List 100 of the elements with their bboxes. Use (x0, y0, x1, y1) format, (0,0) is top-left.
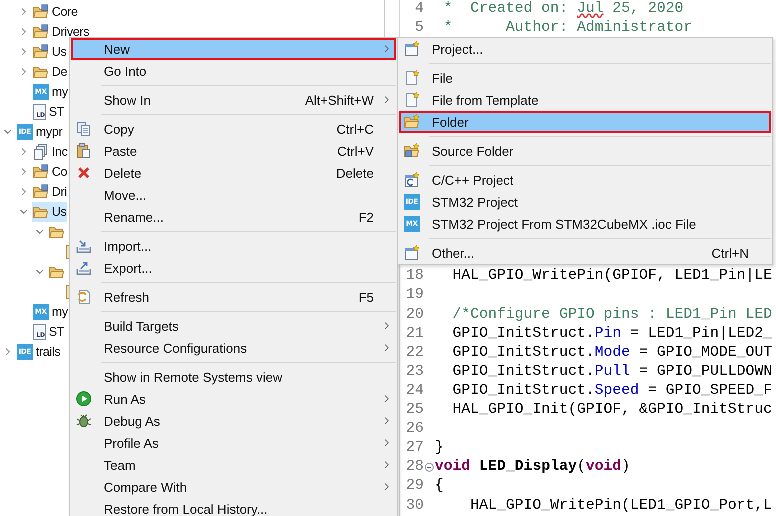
new-c-project-icon (404, 172, 420, 188)
menu-item[interactable]: Resource Configurations (71, 337, 396, 359)
line-number: 20 (405, 306, 424, 325)
menu-item[interactable]: Refresh F5 (71, 286, 396, 308)
code-line: * Author: Administrator (442, 19, 693, 38)
shortcut-text: Ctrl+N (712, 246, 749, 260)
new-source-folder-icon (404, 143, 420, 159)
code-line: /*Configure GPIO pins : LED1_Pin LED (452, 306, 772, 325)
line-number: 28 (405, 458, 424, 478)
new-project-icon (404, 245, 420, 261)
menu-item[interactable]: Show In Alt+Shift+W (71, 89, 396, 111)
code-line: * Created on: Jul 25, 2020 (442, 0, 684, 19)
menu-item[interactable]: Move... (71, 184, 396, 206)
tree-item-label: Dri (52, 185, 68, 199)
copy-icon (76, 121, 92, 137)
menu-item[interactable]: New (71, 38, 396, 60)
menu-item[interactable]: Show in Remote Systems view (71, 366, 396, 388)
code-line: GPIO_InitStruct.Mode = GPIO_MODE_OUT (452, 344, 772, 363)
line-number: 5 (414, 19, 424, 38)
menu-item[interactable]: Source Folder (399, 140, 771, 162)
menu-item[interactable]: Go Into (71, 60, 396, 82)
source-folder-icon (33, 24, 49, 40)
line-number: 22 (405, 344, 424, 363)
new-file-icon (404, 70, 420, 86)
menu-item[interactable]: C/C++ Project (399, 169, 771, 191)
menu-item[interactable]: Paste Ctrl+V (71, 140, 396, 162)
code-line: GPIO_InitStruct.Pin = LED1_Pin|LED2_ (452, 324, 772, 344)
tree-item-label: my (52, 85, 68, 99)
menu-item[interactable]: Rename... F2 (71, 206, 396, 228)
code-line: GPIO_InitStruct.Pull = GPIO_PULLDOWN (452, 362, 772, 382)
code-line: HAL_GPIO_Init(GPIOF, &GPIO_InitStruc (452, 401, 772, 420)
source-folder-icon (33, 44, 49, 60)
fold-toggle-icon[interactable] (425, 463, 434, 472)
tree-item-label: ST (49, 105, 64, 119)
paste-icon (76, 143, 92, 159)
line-number: 29 (405, 477, 424, 496)
tree-item-label: my (52, 305, 68, 319)
menu-item[interactable]: Compare With (71, 476, 396, 498)
menu-item[interactable]: Team (71, 454, 396, 476)
include-folder-icon (33, 144, 49, 160)
tree-item-label: Us (52, 45, 67, 59)
tree-item-label: Co (52, 165, 68, 179)
shortcut-text: F5 (358, 290, 374, 304)
menu-item[interactable]: Restore from Local History... (71, 498, 396, 516)
run-icon (76, 391, 92, 407)
menu-item[interactable]: Export... (71, 257, 396, 279)
menu-item[interactable]: Run As (71, 388, 396, 410)
import-icon (76, 238, 92, 254)
line-number: 18 (405, 267, 424, 286)
code-line: { (435, 477, 444, 496)
menu-item[interactable]: Profile As (71, 432, 396, 454)
refresh-icon (76, 289, 92, 305)
menu-item[interactable]: Other... Ctrl+N (399, 242, 771, 264)
code-line: HAL_GPIO_WritePin(GPIOF, LED1_Pin|LE (452, 267, 772, 286)
tree-item-label: Core (52, 5, 78, 19)
menu-item[interactable]: Project... (399, 38, 771, 60)
menu-item[interactable]: Build Targets (71, 315, 396, 337)
line-number: 27 (405, 439, 424, 458)
delete-icon (76, 165, 92, 181)
menu-item[interactable]: Debug As (71, 410, 396, 432)
menu-item[interactable]: Delete Delete (71, 162, 396, 184)
tree-item[interactable]: Us (32, 202, 67, 222)
tree-item-label: trails (36, 345, 61, 359)
line-number: 24 (405, 382, 424, 401)
shortcut-text: Ctrl+V (338, 144, 374, 158)
new-file-icon (404, 92, 420, 108)
tree-item[interactable]: De (32, 62, 68, 82)
new-folder-icon (404, 114, 420, 130)
code-line: } (435, 439, 444, 458)
tree-item[interactable]: Dri (32, 182, 68, 202)
menu-item[interactable]: File from Template (399, 89, 771, 111)
tree-item[interactable]: Us (32, 42, 67, 62)
source-folder-icon (33, 184, 49, 200)
source-folder-icon (33, 4, 49, 20)
menu-item[interactable]: File (399, 67, 771, 89)
export-icon (76, 260, 92, 276)
line-number: 25 (405, 401, 424, 420)
tree-item[interactable]: Core (32, 2, 78, 22)
tree-item-label: Inc (52, 145, 68, 159)
shortcut-text: Ctrl+C (336, 122, 374, 136)
line-number: 30 (405, 496, 424, 516)
tree-item-label: ST (49, 325, 64, 339)
line-number: 4 (414, 0, 424, 19)
line-number: 19 (405, 286, 424, 306)
shortcut-text: F2 (358, 210, 374, 224)
shortcut-text: Alt+Shift+W (305, 92, 374, 108)
tree-item-label: De (52, 65, 68, 79)
tree-item-label: Drivers (52, 25, 90, 39)
code-line: GPIO_InitStruct.Speed = GPIO_SPEED_F (452, 382, 772, 401)
code-line: void LED_Display(void) (435, 458, 630, 478)
bug-icon (76, 413, 92, 429)
tree-item[interactable]: Inc (32, 142, 68, 162)
tree-item-label: Us (52, 205, 67, 219)
tree-item[interactable]: Co (32, 162, 68, 182)
code-line: HAL_GPIO_WritePin(LED1_GPIO_Port,L (470, 496, 772, 516)
menu-item[interactable]: Import... (71, 235, 396, 257)
menu-item[interactable]: Folder (399, 111, 771, 133)
line-number: 23 (405, 362, 424, 382)
source-folder-icon (33, 164, 49, 180)
menu-item[interactable]: Copy Ctrl+C (71, 118, 396, 140)
